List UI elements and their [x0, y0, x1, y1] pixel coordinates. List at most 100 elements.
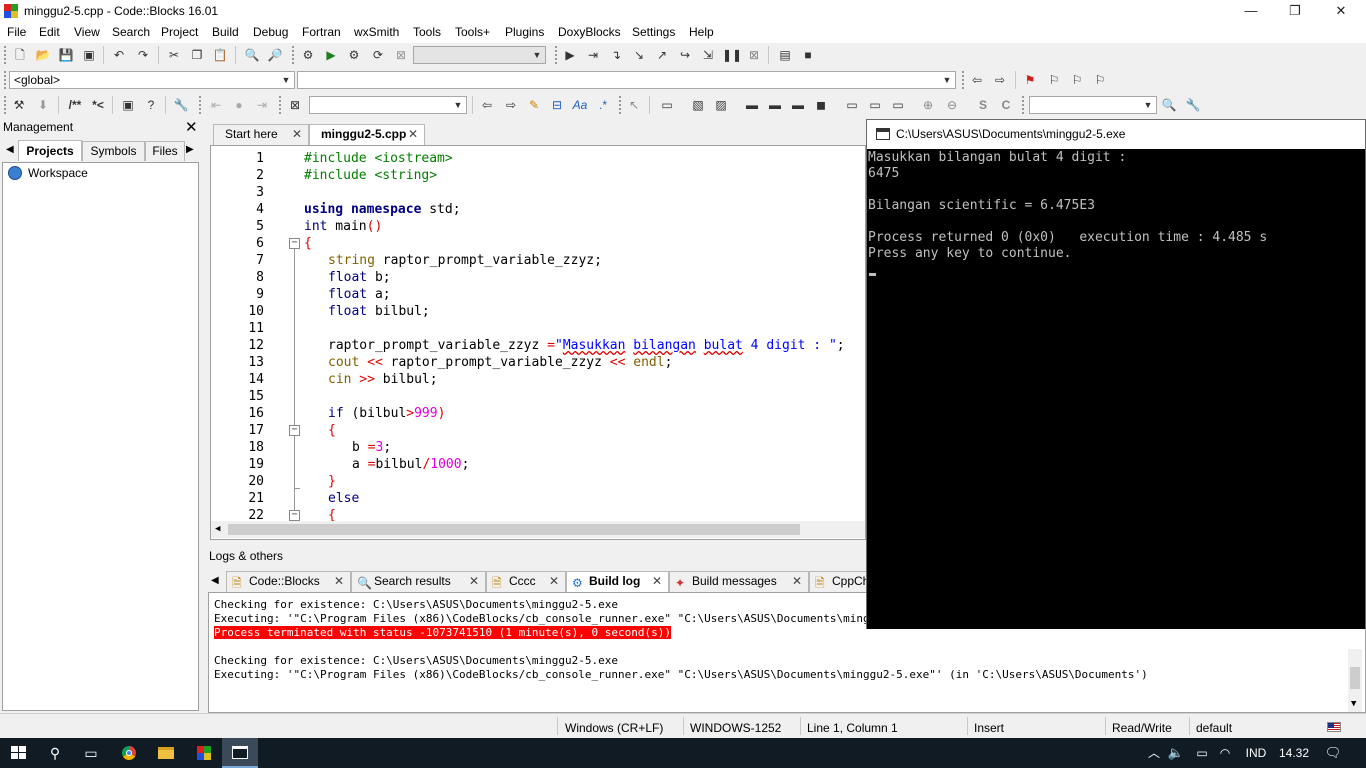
debug-windows-icon[interactable]: ▤	[776, 47, 794, 63]
close-window-button[interactable]: ✕	[1318, 0, 1364, 23]
menu-plugins[interactable]: Plugins	[505, 25, 544, 39]
block-comment-button[interactable]: /**	[64, 97, 86, 113]
language-indicator[interactable]: IND	[1243, 738, 1269, 768]
incremental-search-input[interactable]: ▼	[309, 96, 467, 114]
fold-marker-icon[interactable]: −	[289, 238, 300, 249]
jump-forward-icon[interactable]: ⇨	[991, 72, 1009, 88]
shape-image-icon[interactable]: ▧	[689, 97, 707, 113]
scroll-down-icon[interactable]: ▼	[1351, 699, 1356, 709]
toolbar-grip[interactable]	[4, 46, 7, 64]
tab-search-results[interactable]: 🔍 Search results ✕	[351, 571, 486, 592]
shape-flow2-icon[interactable]: ▬	[766, 97, 784, 113]
console-taskbar-icon[interactable]	[222, 738, 258, 768]
tab-files[interactable]: Files	[145, 141, 185, 161]
menu-wxsmith[interactable]: wxSmith	[354, 25, 399, 39]
copy-icon[interactable]: ❐	[188, 47, 206, 63]
menu-tools-plus[interactable]: Tools+	[455, 25, 490, 39]
shape-flow7-icon[interactable]: ▭	[889, 97, 907, 113]
run-to-cursor-icon[interactable]: ⇥	[584, 47, 602, 63]
step-out-icon[interactable]: ↗	[653, 47, 671, 63]
search-icon[interactable]: ⚲	[38, 738, 72, 768]
shape-flow6-icon[interactable]: ▭	[866, 97, 884, 113]
redo-icon[interactable]: ↷	[134, 47, 152, 63]
selected-only-icon[interactable]: ⊟	[548, 97, 566, 113]
scroll-thumb[interactable]	[1350, 667, 1360, 689]
new-file-icon[interactable]: 🗋	[11, 47, 29, 63]
jump-back-icon[interactable]: ⇦	[968, 72, 986, 88]
menu-debug[interactable]: Debug	[253, 25, 288, 39]
debug-start-icon[interactable]: ▶	[561, 47, 579, 63]
abort-icon[interactable]: ⊠	[392, 47, 410, 63]
doc-html-icon[interactable]: ▣	[119, 97, 137, 113]
menu-file[interactable]: File	[7, 25, 26, 39]
find-icon[interactable]: 🔍	[243, 47, 261, 63]
wifi-icon[interactable]: ◠	[1215, 738, 1235, 768]
shape-flow3-icon[interactable]: ▬	[789, 97, 807, 113]
build-gear-icon[interactable]: ⚙	[299, 47, 317, 63]
menu-search[interactable]: Search	[112, 25, 150, 39]
volume-icon[interactable]: 🔈	[1166, 738, 1186, 768]
zoom-out-icon[interactable]: ⊖	[943, 97, 961, 113]
scroll-left-icon[interactable]: ◀	[215, 524, 220, 534]
close-icon[interactable]: ✕	[549, 572, 559, 591]
step-instruction-icon[interactable]: ⇲	[699, 47, 717, 63]
stop-debug-icon[interactable]: ⊠	[745, 47, 763, 63]
minimize-button[interactable]: —	[1228, 0, 1274, 23]
maximize-button[interactable]: ❐	[1272, 0, 1318, 23]
rebuild-icon[interactable]: ⟳	[369, 47, 387, 63]
tab-scroll-left-icon[interactable]: ◀	[211, 575, 219, 586]
shape-flow5-icon[interactable]: ▭	[843, 97, 861, 113]
workspace-node[interactable]: Workspace	[28, 166, 88, 180]
code-editor[interactable]: 1 2 3 4 5 6 7 8 9 10 11 12 13 14 15 16 1…	[210, 145, 866, 540]
line-comment-button[interactable]: *<	[88, 97, 108, 113]
tab-minggu2-5-cpp[interactable]: minggu2-5.cpp ✕	[309, 124, 425, 146]
fold-marker-icon[interactable]: −	[289, 510, 300, 521]
open-icon[interactable]: 📂	[34, 47, 52, 63]
clock[interactable]: 14.32	[1276, 738, 1312, 768]
close-icon[interactable]: ✕	[792, 572, 802, 591]
paste-icon[interactable]: 📋	[211, 47, 229, 63]
menu-build[interactable]: Build	[212, 25, 239, 39]
search-next-icon[interactable]: ⇨	[502, 97, 520, 113]
save-icon[interactable]: 💾	[57, 47, 75, 63]
save-all-icon[interactable]: ▣	[80, 47, 98, 63]
build-run-icon[interactable]: ⚙	[345, 47, 363, 63]
menu-help[interactable]: Help	[689, 25, 714, 39]
debug-info-icon[interactable]: ■	[799, 47, 817, 63]
nav-first-icon[interactable]: ⇤	[207, 97, 225, 113]
codeblocks-taskbar-icon[interactable]	[186, 738, 222, 768]
menu-edit[interactable]: Edit	[39, 25, 60, 39]
log-vertical-scrollbar[interactable]: ▼	[1348, 649, 1362, 712]
shape-flow4-icon[interactable]: ◼	[812, 97, 830, 113]
tab-codeblocks-log[interactable]: 🗎 Code::Blocks ✕	[226, 571, 351, 592]
undo-icon[interactable]: ↶	[110, 47, 128, 63]
match-case-icon[interactable]: Aa	[571, 97, 589, 113]
close-icon[interactable]: ✕	[334, 572, 344, 591]
close-icon[interactable]: ✕	[652, 572, 662, 591]
tab-start-here[interactable]: Start here ✕	[213, 124, 309, 145]
menu-fortran[interactable]: Fortran	[302, 25, 341, 39]
next-line-icon[interactable]: ↴	[607, 47, 625, 63]
battery-icon[interactable]: ▭	[1192, 738, 1212, 768]
replace-icon[interactable]: 🔎	[266, 47, 284, 63]
fold-marker-icon[interactable]: −	[289, 425, 300, 436]
nav-dot-icon[interactable]: ●	[230, 97, 248, 113]
tab-scroll-left-icon[interactable]: ◀	[6, 144, 14, 155]
menu-doxyblocks[interactable]: DoxyBlocks	[558, 25, 621, 39]
pointer-icon[interactable]: ↖	[625, 97, 643, 113]
bookmark-prev-icon[interactable]: ⚐	[1045, 72, 1063, 88]
menu-tools[interactable]: Tools	[413, 25, 441, 39]
bookmark-toggle-icon[interactable]: ⚑	[1021, 72, 1039, 88]
thread-search-icon[interactable]: 🔍	[1160, 97, 1178, 113]
doc-chm-icon[interactable]: ?	[142, 97, 160, 113]
bookmark-next-icon[interactable]: ⚐	[1068, 72, 1086, 88]
preferences-wrench-icon[interactable]: 🔧	[172, 97, 190, 113]
shape-text-icon[interactable]: ▨	[712, 97, 730, 113]
step-into-icon[interactable]: ↘	[630, 47, 648, 63]
menu-view[interactable]: View	[74, 25, 100, 39]
menu-project[interactable]: Project	[161, 25, 198, 39]
highlight-icon[interactable]: ✎	[525, 97, 543, 113]
search-prev-icon[interactable]: ⇦	[478, 97, 496, 113]
console-window[interactable]: C:\Users\ASUS\Documents\minggu2-5.exe Ma…	[866, 119, 1366, 629]
menu-settings[interactable]: Settings	[632, 25, 675, 39]
